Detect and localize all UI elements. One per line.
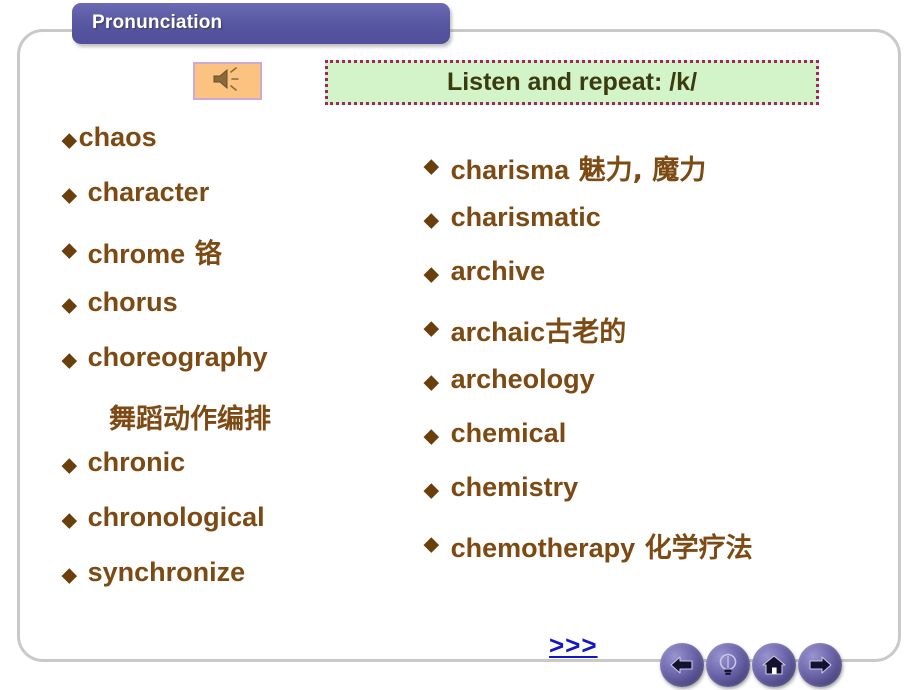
word-list-item: ◆ chorus [62, 287, 422, 342]
nav-button-back[interactable] [660, 643, 704, 687]
nav-button-home[interactable] [752, 643, 796, 687]
word-gloss: 化学疗法 [635, 533, 753, 564]
right-word-list: ◆ charisma 魅力, 魔力 ◆ charismatic ◆ archive ◆ arc… [424, 148, 894, 580]
word-list-item: ◆ chaos [62, 122, 422, 177]
speaker-icon [211, 66, 245, 96]
page-title: Pronunciation [92, 12, 223, 33]
word-text: character [87, 177, 210, 207]
word-text: chorus [87, 287, 178, 317]
diamond-bullet-icon: ◆ [62, 240, 77, 261]
word-list-item: ◆ chronological [62, 502, 422, 557]
diamond-bullet-icon: ◆ [424, 426, 439, 447]
word-gloss: 古老的 [545, 317, 627, 348]
word-text: charisma 魅力, 魔力 [450, 155, 707, 186]
word-text: chemistry [450, 472, 579, 502]
word-list-item: ◆ choreography [62, 342, 422, 397]
diamond-bullet-icon: ◆ [62, 510, 77, 531]
word-list-item: ◆ character [62, 177, 422, 232]
word-gloss: 铬 [185, 239, 222, 270]
diamond-bullet-icon: ◆ [424, 372, 439, 393]
listen-and-repeat-text: Listen and repeat: /k/ [446, 68, 698, 96]
word-text: archive [450, 256, 546, 286]
word-text: charismatic [450, 202, 601, 232]
word-gloss: 魅力, 魔力 [569, 155, 707, 186]
listen-and-repeat-banner: Listen and repeat: /k/ [325, 60, 819, 105]
word-text: archaic古老的 [450, 317, 627, 348]
forward-arrow-icon [807, 655, 833, 675]
diamond-bullet-icon: ◆ [62, 130, 77, 151]
slide-title-banner: Pronunciation [72, 3, 450, 44]
diamond-bullet-icon: ◆ [424, 480, 439, 501]
diamond-bullet-icon: ◆ [62, 350, 77, 371]
word-list-item: ◆ chemistry [424, 472, 894, 526]
word-text: chronological [87, 502, 265, 532]
diamond-bullet-icon: ◆ [424, 156, 439, 177]
word-text: synchronize [87, 557, 246, 587]
word-text: choreography [87, 342, 268, 372]
left-word-list: ◆ chaos ◆ character ◆ chrome 铬 ◆ chorus ◆ choreog… [62, 122, 422, 612]
navigation-bar [660, 643, 842, 687]
diamond-bullet-icon: ◆ [424, 210, 439, 231]
word-text: chemical [450, 418, 567, 448]
word-list-item: ◆ chronic [62, 447, 422, 502]
word-text: chemotherapy 化学疗法 [450, 533, 753, 564]
nav-button-forward[interactable] [798, 643, 842, 687]
back-arrow-icon [669, 655, 695, 675]
word-list-item: ◆ archeology [424, 364, 894, 418]
diamond-bullet-icon: ◆ [424, 534, 439, 555]
word-text: archeology [450, 364, 595, 394]
speaker-icon-button[interactable] [193, 62, 262, 100]
word-text: chronic [87, 447, 186, 477]
diamond-bullet-icon: ◆ [62, 455, 77, 476]
diamond-bullet-icon: ◆ [62, 565, 77, 586]
word-list-item: ◆ archive [424, 256, 894, 310]
lightbulb-icon [717, 652, 739, 678]
word-list-item: ◆ archaic古老的 [424, 310, 894, 364]
word-text: chrome 铬 [87, 239, 222, 270]
word-list-item: ◆ chemical [424, 418, 894, 472]
nav-button-hint[interactable] [706, 643, 750, 687]
next-slide-link[interactable]: >>> [549, 630, 598, 661]
word-list-item: ◆ chrome 铬 [62, 232, 422, 287]
diamond-bullet-icon: ◆ [62, 185, 77, 206]
word-gloss-note: 舞蹈动作编排 [109, 404, 271, 435]
diamond-bullet-icon: ◆ [62, 295, 77, 316]
diamond-bullet-icon: ◆ [424, 318, 439, 339]
word-list-item: ◆ charisma 魅力, 魔力 [424, 148, 894, 202]
word-list-item: ◆ charismatic [424, 202, 894, 256]
word-list-item: ◆ chemotherapy 化学疗法 [424, 526, 894, 580]
home-icon [761, 654, 787, 676]
diamond-bullet-icon: ◆ [424, 264, 439, 285]
word-list-item: ◆ synchronize [62, 557, 422, 612]
word-text: chaos [78, 122, 157, 152]
